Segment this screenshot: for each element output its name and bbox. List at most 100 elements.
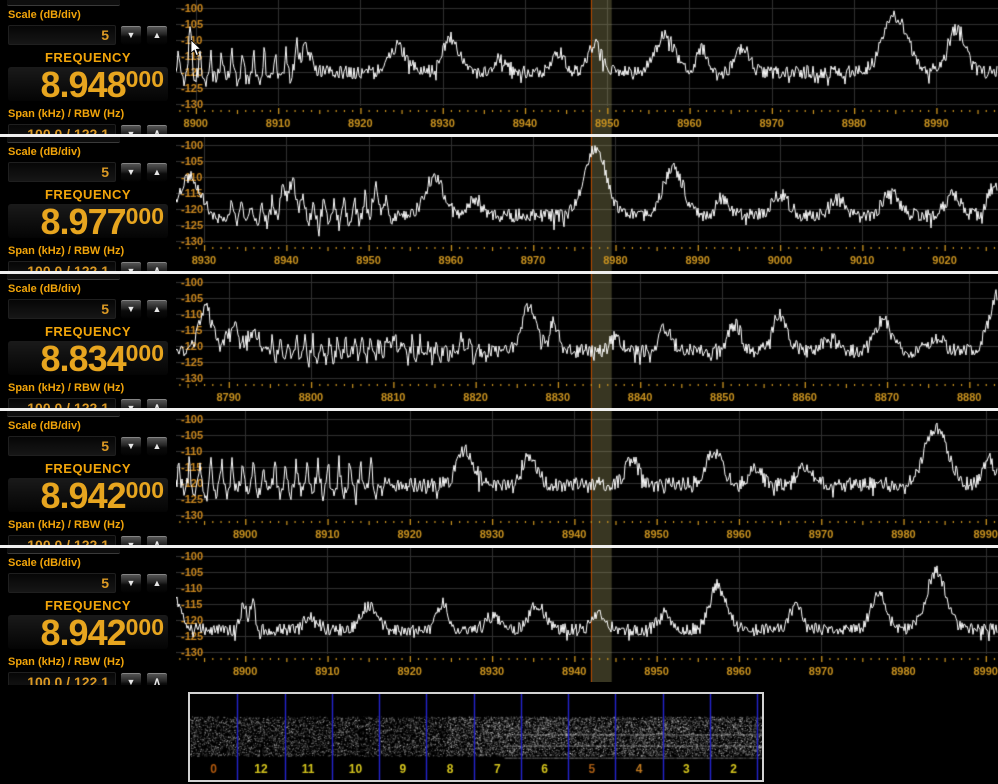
span-rbw-value: 100.0 / 122.1: [27, 400, 109, 408]
span-increase-button[interactable]: ∧: [146, 535, 168, 545]
spectrum-panel: Scale (dB/div) 5 ▼ ▲ FREQUENCY 8.942 000…: [0, 411, 998, 548]
span-rbw-input[interactable]: 100.0 / 122.1: [8, 398, 116, 408]
frequency-display[interactable]: 8.977 000: [8, 204, 168, 238]
scale-row: 5 ▼ ▲: [8, 299, 176, 319]
scale-input[interactable]: 5: [8, 162, 116, 182]
span-rbw-row: 100.0 / 122.1 ▼ ∧: [8, 261, 176, 271]
clipped-input-box: [7, 548, 120, 554]
span-rbw-label: Span (kHz) / RBW (Hz): [8, 108, 176, 121]
span-rbw-value: 100.0 / 122.1: [27, 126, 109, 134]
scale-input[interactable]: 5: [8, 436, 116, 456]
spectrum-canvas[interactable]: [176, 411, 998, 545]
waterfall-display[interactable]: [188, 692, 764, 782]
clipped-input-box: [7, 0, 120, 6]
span-rbw-input[interactable]: 100.0 / 122.1: [8, 535, 116, 545]
scale-value: 5: [101, 27, 109, 43]
spectrum-panel: Scale (dB/div) 5 ▼ ▲ FREQUENCY 8.942 000…: [0, 548, 998, 685]
spectrum-panel: Scale (dB/div) 5 ▼ ▲ FREQUENCY 8.977 000…: [0, 137, 998, 274]
scale-decrease-button[interactable]: ▼: [120, 25, 142, 45]
scale-input[interactable]: 5: [8, 573, 116, 593]
scale-increase-button[interactable]: ▲: [146, 25, 168, 45]
scale-label: Scale (dB/div): [8, 146, 176, 159]
spectrum-panels: Scale (dB/div) 5 ▼ ▲ FREQUENCY 8.948 000…: [0, 0, 998, 685]
scale-increase-button[interactable]: ▲: [146, 573, 168, 593]
scale-decrease-button[interactable]: ▼: [120, 573, 142, 593]
span-rbw-row: 100.0 / 122.1 ▼ ∧: [8, 535, 176, 545]
span-rbw-input[interactable]: 100.0 / 122.1: [8, 261, 116, 271]
frequency-sub-digits: 000: [126, 616, 164, 639]
frequency-display[interactable]: 8.942 000: [8, 615, 168, 649]
frequency-label: FREQUENCY: [0, 461, 176, 476]
span-decrease-button[interactable]: ▼: [120, 124, 142, 134]
waterfall-section: [0, 685, 998, 784]
scale-label: Scale (dB/div): [8, 420, 176, 433]
span-decrease-button[interactable]: ▼: [120, 398, 142, 408]
spectrum-plot[interactable]: [176, 411, 998, 545]
frequency-label: FREQUENCY: [0, 598, 176, 613]
spectrum-plot[interactable]: [176, 137, 998, 271]
span-rbw-input[interactable]: 100.0 / 122.1: [8, 672, 116, 685]
scale-increase-button[interactable]: ▲: [146, 436, 168, 456]
clipped-input-box: [7, 274, 120, 280]
frequency-main-digits: 8.942: [41, 479, 126, 512]
span-increase-button[interactable]: ∧: [146, 672, 168, 685]
spectrum-plot[interactable]: [176, 0, 998, 134]
span-decrease-button[interactable]: ▼: [120, 261, 142, 271]
spectrum-panel: Scale (dB/div) 5 ▼ ▲ FREQUENCY 8.948 000…: [0, 0, 998, 137]
scale-input[interactable]: 5: [8, 299, 116, 319]
scale-row: 5 ▼ ▲: [8, 162, 176, 182]
frequency-display[interactable]: 8.834 000: [8, 341, 168, 375]
scale-value: 5: [101, 164, 109, 180]
span-rbw-label: Span (kHz) / RBW (Hz): [8, 245, 176, 258]
scale-increase-button[interactable]: ▲: [146, 299, 168, 319]
span-increase-button[interactable]: ∧: [146, 124, 168, 134]
span-rbw-row: 100.0 / 122.1 ▼ ∧: [8, 672, 176, 685]
spectrum-plot[interactable]: [176, 548, 998, 685]
spectrum-canvas[interactable]: [176, 0, 998, 134]
scale-decrease-button[interactable]: ▼: [120, 162, 142, 182]
scale-row: 5 ▼ ▲: [8, 573, 176, 593]
frequency-main-digits: 8.948: [41, 68, 126, 101]
frequency-display[interactable]: 8.948 000: [8, 67, 168, 101]
clipped-input-box: [7, 411, 120, 417]
scale-increase-button[interactable]: ▲: [146, 162, 168, 182]
span-rbw-input[interactable]: 100.0 / 122.1: [8, 124, 116, 134]
span-increase-button[interactable]: ∧: [146, 261, 168, 271]
scale-value: 5: [101, 438, 109, 454]
frequency-label: FREQUENCY: [0, 324, 176, 339]
frequency-sub-digits: 000: [126, 479, 164, 502]
scale-row: 5 ▼ ▲: [8, 25, 176, 45]
scale-input[interactable]: 5: [8, 25, 116, 45]
scale-row: 5 ▼ ▲: [8, 436, 176, 456]
span-rbw-value: 100.0 / 122.1: [27, 674, 109, 685]
scale-value: 5: [101, 575, 109, 591]
scale-label: Scale (dB/div): [8, 9, 176, 22]
control-sidebar: Scale (dB/div) 5 ▼ ▲ FREQUENCY 8.942 000…: [0, 411, 176, 545]
frequency-sub-digits: 000: [126, 342, 164, 365]
frequency-label: FREQUENCY: [0, 187, 176, 202]
scale-decrease-button[interactable]: ▼: [120, 436, 142, 456]
frequency-sub-digits: 000: [126, 205, 164, 228]
control-sidebar: Scale (dB/div) 5 ▼ ▲ FREQUENCY 8.834 000…: [0, 274, 176, 408]
span-increase-button[interactable]: ∧: [146, 398, 168, 408]
spectrum-plot[interactable]: [176, 274, 998, 408]
spectrum-canvas[interactable]: [176, 137, 998, 271]
clipped-input-box: [7, 137, 120, 143]
span-decrease-button[interactable]: ▼: [120, 535, 142, 545]
control-sidebar: Scale (dB/div) 5 ▼ ▲ FREQUENCY 8.977 000…: [0, 137, 176, 271]
span-decrease-button[interactable]: ▼: [120, 672, 142, 685]
scale-decrease-button[interactable]: ▼: [120, 299, 142, 319]
span-rbw-value: 100.0 / 122.1: [27, 537, 109, 545]
scale-value: 5: [101, 301, 109, 317]
span-rbw-row: 100.0 / 122.1 ▼ ∧: [8, 124, 176, 134]
frequency-label: FREQUENCY: [0, 50, 176, 65]
spectrum-panel: Scale (dB/div) 5 ▼ ▲ FREQUENCY 8.834 000…: [0, 274, 998, 411]
frequency-display[interactable]: 8.942 000: [8, 478, 168, 512]
frequency-main-digits: 8.942: [41, 616, 126, 649]
waterfall-canvas[interactable]: [190, 694, 762, 780]
spectrum-canvas[interactable]: [176, 274, 998, 408]
span-rbw-row: 100.0 / 122.1 ▼ ∧: [8, 398, 176, 408]
span-rbw-label: Span (kHz) / RBW (Hz): [8, 382, 176, 395]
frequency-main-digits: 8.977: [41, 205, 126, 238]
spectrum-canvas[interactable]: [176, 548, 998, 682]
